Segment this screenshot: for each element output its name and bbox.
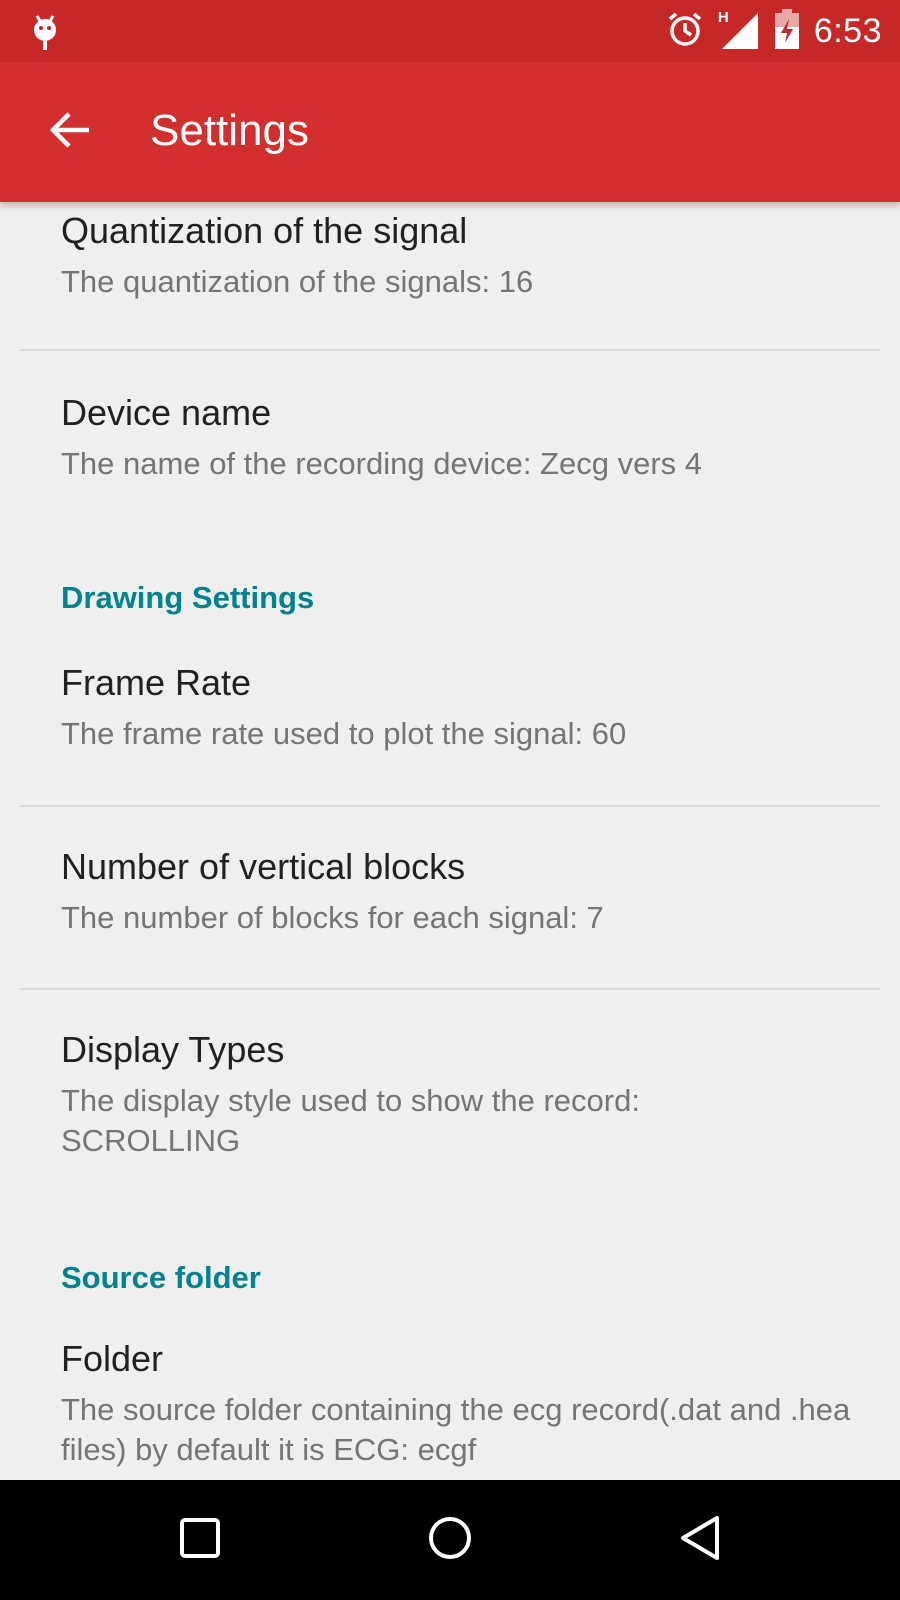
pref-title: Frame Rate xyxy=(61,662,252,703)
divider xyxy=(20,988,880,990)
battery-charging-icon xyxy=(774,8,800,54)
pref-title: Folder xyxy=(61,1338,164,1379)
status-icons: H 6:53 xyxy=(666,0,882,62)
pref-summary: The quantization of the signals: 16 xyxy=(61,264,534,299)
signal-icon: H xyxy=(718,9,760,51)
pref-device-name[interactable]: Device name The name of the recording de… xyxy=(0,352,900,502)
pref-summary: The name of the recording device: Zecg v… xyxy=(61,446,702,481)
pref-folder[interactable]: Folder The source folder containing the … xyxy=(0,1320,900,1480)
arrow-back-icon xyxy=(49,109,91,156)
back-button[interactable] xyxy=(40,102,100,162)
status-bar: H 6:53 xyxy=(0,0,900,62)
divider xyxy=(20,805,880,807)
back-icon xyxy=(677,1514,723,1567)
pref-summary: The display style used to show the recor… xyxy=(61,1083,640,1158)
pref-title: Device name xyxy=(61,392,272,433)
pref-quantization[interactable]: Quantization of the signal The quantizat… xyxy=(0,202,900,342)
nav-back-button[interactable] xyxy=(670,1510,730,1570)
page-title: Settings xyxy=(150,106,309,155)
pref-summary: The source folder containing the ecg rec… xyxy=(61,1392,851,1467)
home-button[interactable] xyxy=(420,1510,480,1570)
pref-summary: The number of blocks for each signal: 7 xyxy=(61,900,604,935)
pref-title: Quantization of the signal xyxy=(61,210,468,251)
pref-display-types[interactable]: Display Types The display style used to … xyxy=(0,991,900,1211)
category-drawing-settings: Drawing Settings xyxy=(61,580,315,615)
settings-list[interactable]: Quantization of the signal The quantizat… xyxy=(0,202,900,1480)
pref-title: Number of vertical blocks xyxy=(61,846,466,887)
divider xyxy=(20,349,880,351)
pref-vertical-blocks[interactable]: Number of vertical blocks The number of … xyxy=(0,808,900,988)
navigation-bar xyxy=(0,1480,900,1600)
android-debug-icon xyxy=(28,12,62,52)
pref-title: Display Types xyxy=(61,1029,285,1070)
pref-frame-rate[interactable]: Frame Rate The frame rate used to plot t… xyxy=(0,642,900,792)
home-icon xyxy=(426,1514,474,1567)
status-time: 6:53 xyxy=(813,11,882,50)
alarm-icon xyxy=(666,10,704,53)
recents-button[interactable] xyxy=(170,1510,230,1570)
app-bar: Settings xyxy=(0,62,900,202)
category-source-folder: Source folder xyxy=(61,1260,261,1295)
pref-summary: The frame rate used to plot the signal: … xyxy=(61,716,627,751)
recents-icon xyxy=(178,1516,222,1565)
